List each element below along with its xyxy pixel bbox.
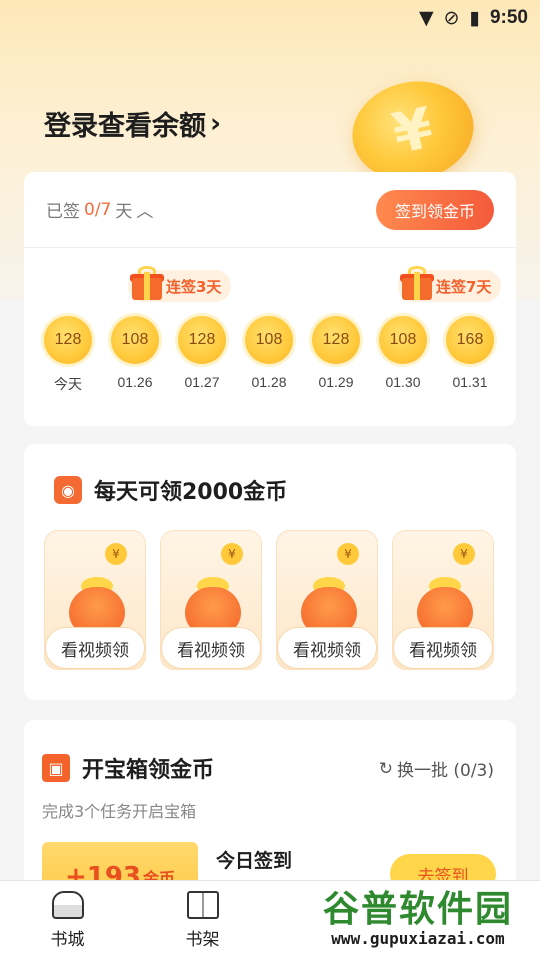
refresh-icon: ↻ bbox=[378, 758, 393, 779]
day-label: 01.27 bbox=[184, 374, 220, 390]
login-link[interactable]: 登录查看余额 › bbox=[44, 104, 221, 143]
day-coin: 128 bbox=[312, 316, 360, 364]
nav-bookshelf[interactable]: 书架 bbox=[135, 881, 270, 960]
day-label: 01.29 bbox=[318, 374, 354, 390]
coin-icon: ¥ bbox=[105, 543, 127, 565]
day-coin: 108 bbox=[245, 316, 293, 364]
streak-label: 连签7天 bbox=[436, 277, 492, 296]
signed-suffix: 天 bbox=[115, 202, 133, 222]
video-reward-tile[interactable]: ¥ 看视频领 bbox=[276, 530, 378, 670]
login-text: 登录查看余额 bbox=[44, 111, 206, 142]
signin-day[interactable]: 128 今天 bbox=[42, 316, 94, 394]
refresh-button[interactable]: ↻ 换一批 (0/3) bbox=[378, 756, 494, 782]
day-label: 01.28 bbox=[251, 374, 287, 390]
day-coin: 128 bbox=[178, 316, 226, 364]
streak-badge-3: 连签3天 bbox=[128, 266, 232, 302]
treasure-box-icon: ▣ bbox=[42, 754, 70, 782]
section-title: ◉ 每天可领2000金币 bbox=[54, 474, 287, 506]
tile-label: 看视频领 bbox=[277, 627, 377, 669]
signin-card: 已签 0/7 天 ︿ 签到领金币 连签3天 连签7天 128 今天 108 01… bbox=[24, 172, 516, 426]
watermark: 谷普软件园 www.gupuxiazai.com bbox=[296, 884, 540, 954]
day-coin: 128 bbox=[44, 316, 92, 364]
signin-button[interactable]: 签到领金币 bbox=[376, 189, 494, 230]
signed-count: 0/7 bbox=[84, 199, 112, 220]
chevron-up-icon: ︿ bbox=[136, 202, 154, 222]
section-title: ▣ 开宝箱领金币 bbox=[42, 752, 214, 784]
watermark-url: www.gupuxiazai.com bbox=[331, 928, 505, 948]
day-label: 01.30 bbox=[385, 374, 421, 390]
signin-day[interactable]: 108 01.28 bbox=[243, 316, 295, 390]
refresh-label: 换一批 (0/3) bbox=[396, 761, 494, 781]
gift-icon bbox=[400, 266, 434, 302]
coin-icon: ¥ bbox=[453, 543, 475, 565]
piggy-icon: ◉ bbox=[54, 476, 82, 504]
book-icon bbox=[186, 891, 219, 919]
day-label: 01.31 bbox=[452, 374, 488, 390]
streak-label: 连签3天 bbox=[166, 277, 222, 296]
tile-label: 看视频领 bbox=[393, 627, 493, 669]
signin-day[interactable]: 128 01.27 bbox=[176, 316, 228, 390]
battery-icon: ▮ bbox=[469, 7, 480, 29]
daily-coins-card: ◉ 每天可领2000金币 ¥ 看视频领 ¥ 看视频领 ¥ 看视频领 ¥ 看视频领 bbox=[24, 444, 516, 700]
daily-title: 每天可领2000金币 bbox=[94, 480, 288, 505]
status-time: 9:50 bbox=[489, 7, 528, 28]
treasure-title: 开宝箱领金币 bbox=[82, 758, 215, 783]
coin-icon: ¥ bbox=[221, 543, 243, 565]
tile-label: 看视频领 bbox=[161, 627, 261, 669]
video-reward-tile[interactable]: ¥ 看视频领 bbox=[44, 530, 146, 670]
day-label: 今天 bbox=[54, 376, 82, 392]
nav-label: 书架 bbox=[185, 930, 220, 950]
video-tiles: ¥ 看视频领 ¥ 看视频领 ¥ 看视频领 ¥ 看视频领 bbox=[44, 530, 494, 670]
watermark-title: 谷普软件园 bbox=[322, 888, 513, 930]
signin-day[interactable]: 168 01.31 bbox=[444, 316, 496, 390]
video-reward-tile[interactable]: ¥ 看视频领 bbox=[160, 530, 262, 670]
signin-day[interactable]: 128 01.29 bbox=[310, 316, 362, 390]
signin-day[interactable]: 108 01.30 bbox=[377, 316, 429, 390]
chevron-right-icon: › bbox=[210, 108, 222, 139]
coin-icon: ¥ bbox=[337, 543, 359, 565]
signin-days: 连签3天 连签7天 128 今天 108 01.26 128 01.27 108… bbox=[24, 248, 516, 426]
day-coin: 108 bbox=[111, 316, 159, 364]
day-label: 01.26 bbox=[117, 374, 153, 390]
no-sim-icon: ⊘ bbox=[443, 7, 460, 29]
signed-status[interactable]: 已签 0/7 天 ︿ bbox=[46, 197, 154, 223]
day-coin: 108 bbox=[379, 316, 427, 364]
task-name: 今日签到 bbox=[216, 850, 293, 872]
tile-label: 看视频领 bbox=[45, 627, 145, 669]
wifi-icon: ▼ bbox=[418, 7, 434, 29]
signed-prefix: 已签 bbox=[46, 202, 80, 222]
streak-badge-7: 连签7天 bbox=[398, 266, 502, 302]
day-coin: 168 bbox=[446, 316, 494, 364]
video-reward-tile[interactable]: ¥ 看视频领 bbox=[392, 530, 494, 670]
nav-label: 书城 bbox=[50, 930, 85, 950]
status-bar: ▼ ⊘ ▮ 9:50 bbox=[0, 0, 540, 36]
treasure-subtitle: 完成3个任务开启宝箱 bbox=[42, 802, 197, 821]
signin-header: 已签 0/7 天 ︿ 签到领金币 bbox=[24, 172, 516, 248]
gift-icon bbox=[130, 266, 164, 302]
nav-bookstore[interactable]: 书城 bbox=[0, 881, 135, 960]
signin-day[interactable]: 108 01.26 bbox=[109, 316, 161, 390]
bookstore-icon bbox=[51, 891, 84, 919]
